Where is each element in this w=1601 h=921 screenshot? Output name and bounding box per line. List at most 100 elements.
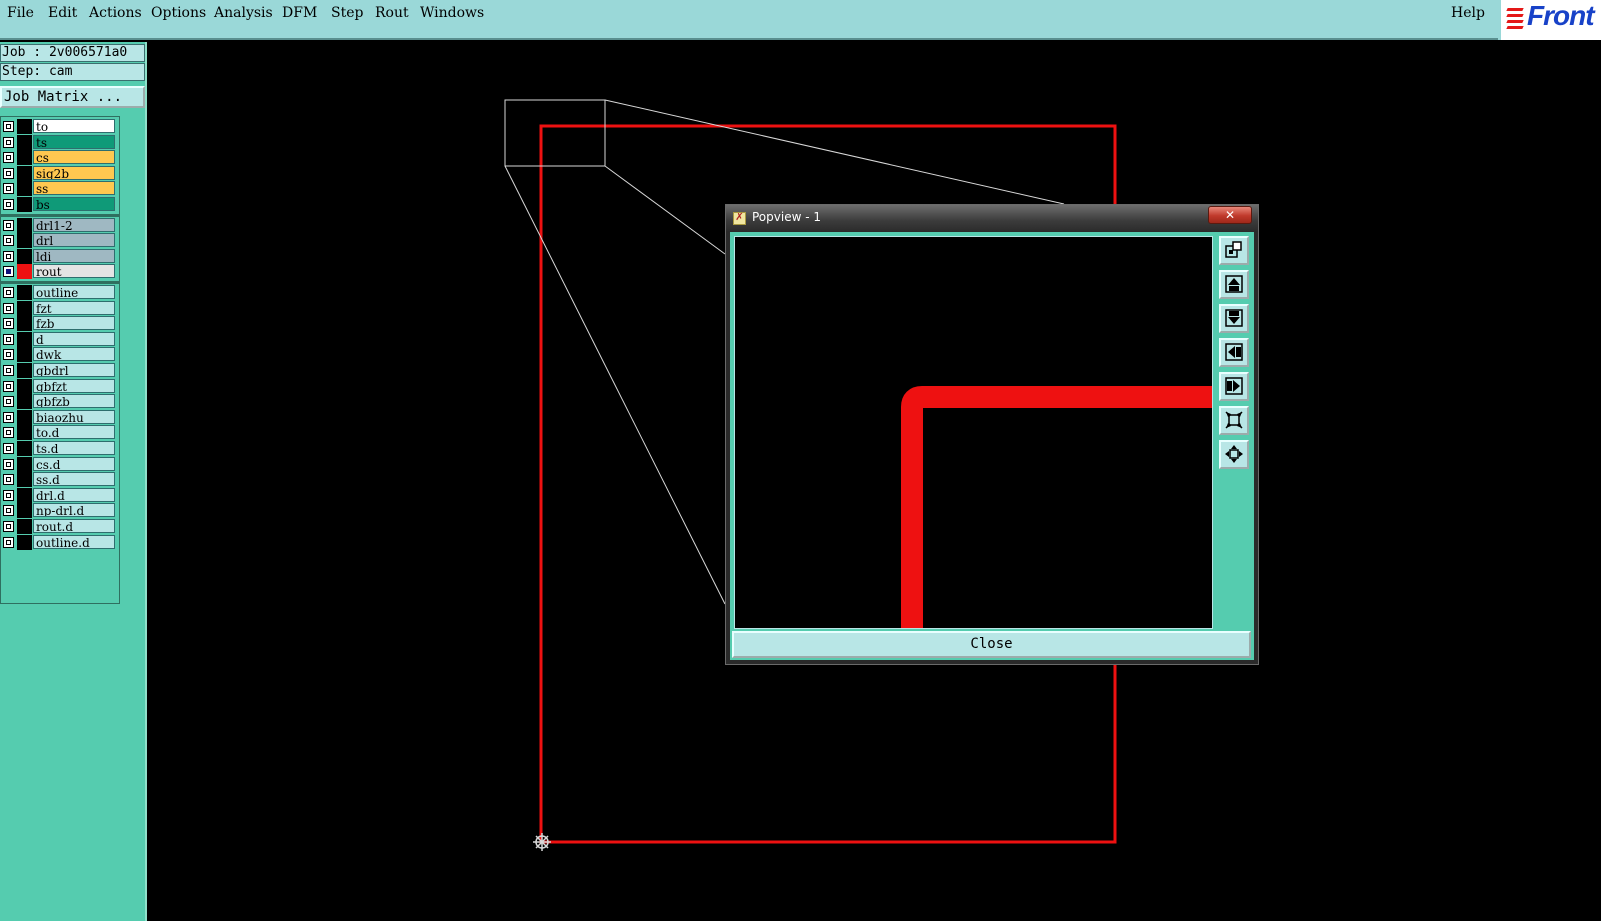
layer-name[interactable]: np-drl.d xyxy=(33,503,115,518)
window-close-button[interactable]: ✕ xyxy=(1208,206,1252,224)
layer-color-swatch[interactable] xyxy=(17,285,32,300)
layer-name[interactable]: ts.d xyxy=(33,441,115,455)
layer-color-swatch[interactable] xyxy=(17,316,32,332)
layer-name[interactable]: gbdrl xyxy=(33,363,115,377)
zoom-home-button[interactable] xyxy=(1219,440,1249,469)
menu-options[interactable]: Options xyxy=(151,5,206,21)
layer-row-fzt[interactable]: fzt xyxy=(1,300,119,316)
layer-color-swatch[interactable] xyxy=(17,248,32,264)
layer-row-dwk[interactable]: dwk xyxy=(1,347,119,363)
layer-row-ts.d[interactable]: ts.d xyxy=(1,441,119,456)
layer-name[interactable]: outline.d xyxy=(33,534,115,549)
layer-visibility-checkbox[interactable] xyxy=(3,199,14,210)
menu-step[interactable]: Step xyxy=(331,5,363,21)
layer-name[interactable]: ldi xyxy=(33,248,115,263)
menu-analysis[interactable]: Analysis xyxy=(214,5,273,21)
pan-left-button[interactable] xyxy=(1219,338,1249,367)
layer-color-swatch[interactable] xyxy=(17,441,32,456)
layer-name[interactable]: rout xyxy=(33,264,115,279)
layer-row-np-drl.d[interactable]: np-drl.d xyxy=(1,503,119,519)
zoom-window-button[interactable] xyxy=(1219,236,1249,265)
layer-row-gbfzb[interactable]: gbfzb xyxy=(1,394,119,410)
layer-name[interactable]: drl.d xyxy=(33,487,115,502)
layer-row-biaozhu[interactable]: biaozhu xyxy=(1,409,119,425)
layer-row-gbdrl[interactable]: gbdrl xyxy=(1,363,119,378)
layer-visibility-checkbox[interactable] xyxy=(3,219,14,231)
layer-color-swatch[interactable] xyxy=(17,425,32,441)
layer-name[interactable]: sig2b xyxy=(33,165,115,180)
layer-visibility-checkbox[interactable] xyxy=(3,521,14,532)
layer-name[interactable]: ss xyxy=(33,181,115,196)
layer-color-swatch[interactable] xyxy=(17,487,32,503)
layer-color-swatch[interactable] xyxy=(17,197,32,212)
layer-row-rout[interactable]: rout xyxy=(1,264,119,280)
layer-visibility-checkbox[interactable] xyxy=(3,235,14,247)
layer-row-sig2b[interactable]: sig2b xyxy=(1,165,119,181)
pan-up-button[interactable] xyxy=(1219,270,1249,299)
layer-visibility-checkbox[interactable] xyxy=(3,349,14,361)
layer-name[interactable]: fzb xyxy=(33,316,115,331)
layer-color-swatch[interactable] xyxy=(17,217,32,233)
layer-row-gbfzt[interactable]: gbfzt xyxy=(1,378,119,394)
layer-row-outline.d[interactable]: outline.d xyxy=(1,534,119,550)
layer-name[interactable]: drl1-2 xyxy=(33,217,115,232)
layer-name[interactable]: outline xyxy=(33,285,115,299)
menu-dfm[interactable]: DFM xyxy=(282,5,317,21)
pan-right-button[interactable] xyxy=(1219,372,1249,401)
menu-rout[interactable]: Rout xyxy=(375,5,409,21)
layer-row-ss.d[interactable]: ss.d xyxy=(1,472,119,488)
layer-visibility-checkbox[interactable] xyxy=(3,427,14,439)
layer-color-swatch[interactable] xyxy=(17,233,32,249)
layer-row-bs[interactable]: bs xyxy=(1,197,119,212)
layer-name[interactable]: drl xyxy=(33,233,115,248)
layer-row-to[interactable]: to xyxy=(1,119,119,134)
layer-visibility-checkbox[interactable] xyxy=(3,474,14,486)
layer-name[interactable]: to xyxy=(33,119,115,133)
layer-color-swatch[interactable] xyxy=(17,331,32,347)
layer-visibility-checkbox[interactable] xyxy=(3,536,14,548)
layer-color-swatch[interactable] xyxy=(17,165,32,181)
layer-row-cs[interactable]: cs xyxy=(1,150,119,166)
menu-file[interactable]: File xyxy=(7,5,34,21)
layer-visibility-checkbox[interactable] xyxy=(3,365,14,376)
layer-visibility-checkbox[interactable] xyxy=(3,121,14,132)
layer-color-swatch[interactable] xyxy=(17,264,32,280)
layer-visibility-checkbox[interactable] xyxy=(3,458,14,470)
layer-row-d[interactable]: d xyxy=(1,331,119,347)
layer-visibility-checkbox[interactable] xyxy=(3,333,14,345)
layer-color-swatch[interactable] xyxy=(17,378,32,394)
layer-name[interactable]: fzt xyxy=(33,300,115,315)
layer-row-ldi[interactable]: ldi xyxy=(1,248,119,264)
layer-name[interactable]: bs xyxy=(33,197,115,211)
layer-color-swatch[interactable] xyxy=(17,409,32,425)
layer-name[interactable]: d xyxy=(33,331,115,346)
layer-name[interactable]: biaozhu xyxy=(33,409,115,424)
layer-color-swatch[interactable] xyxy=(17,519,32,534)
layer-visibility-checkbox[interactable] xyxy=(3,380,14,392)
zoom-out-button[interactable] xyxy=(1219,406,1249,435)
layer-visibility-checkbox[interactable] xyxy=(3,250,14,262)
menu-actions[interactable]: Actions xyxy=(89,5,142,21)
popview-titlebar[interactable]: ✗ Popview - 1 ✕ xyxy=(726,205,1258,231)
popview-window[interactable]: ✗ Popview - 1 ✕ Close xyxy=(725,204,1259,665)
menu-windows[interactable]: Windows xyxy=(420,5,484,21)
layer-color-swatch[interactable] xyxy=(17,472,32,488)
layer-row-ss[interactable]: ss xyxy=(1,181,119,197)
layer-row-cs.d[interactable]: cs.d xyxy=(1,456,119,472)
layer-row-drl[interactable]: drl xyxy=(1,233,119,249)
layer-name[interactable]: cs xyxy=(33,150,115,165)
layer-visibility-checkbox[interactable] xyxy=(3,396,14,408)
layer-row-ts[interactable]: ts xyxy=(1,134,119,150)
layer-color-swatch[interactable] xyxy=(17,119,32,134)
popview-canvas[interactable] xyxy=(734,236,1213,629)
layer-visibility-checkbox[interactable] xyxy=(3,411,14,423)
layer-name[interactable]: dwk xyxy=(33,347,115,362)
layer-name[interactable]: cs.d xyxy=(33,456,115,471)
layer-visibility-checkbox[interactable] xyxy=(3,136,14,148)
layer-color-swatch[interactable] xyxy=(17,150,32,166)
layer-row-to.d[interactable]: to.d xyxy=(1,425,119,441)
layer-color-swatch[interactable] xyxy=(17,347,32,363)
layer-visibility-checkbox[interactable] xyxy=(3,318,14,330)
layer-color-swatch[interactable] xyxy=(17,300,32,316)
layer-visibility-checkbox[interactable] xyxy=(3,489,14,501)
